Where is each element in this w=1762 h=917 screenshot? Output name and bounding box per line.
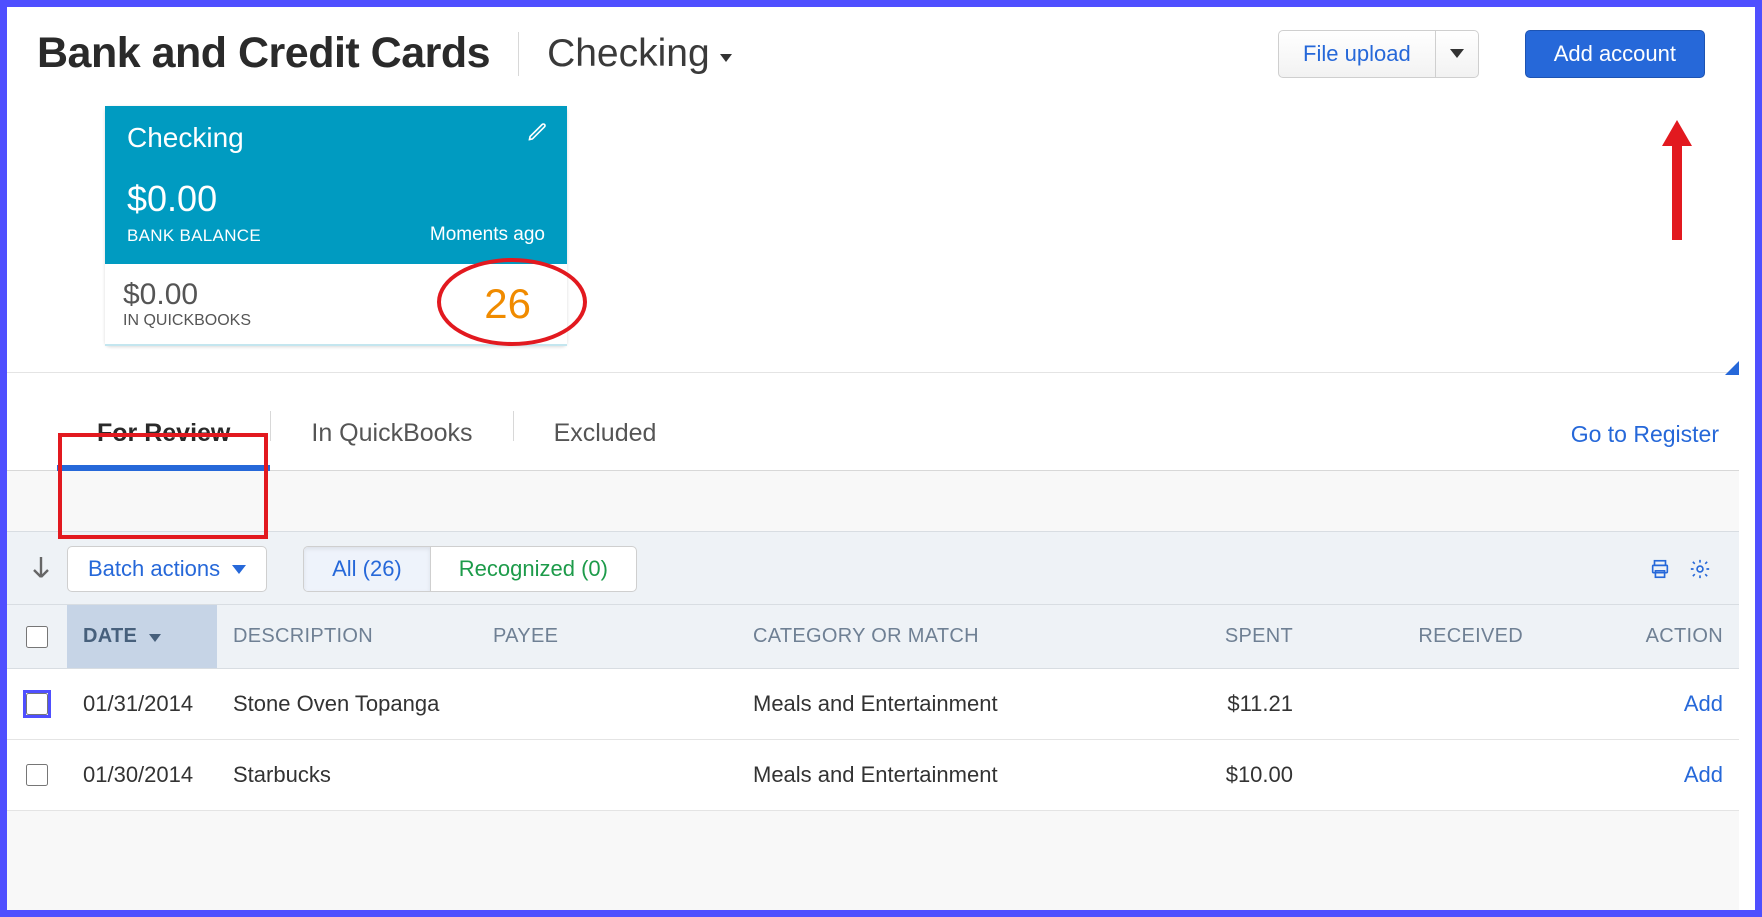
card-qb-balance-amount: $0.00 <box>123 278 251 312</box>
filter-tab-recognized-label: Recognized (0) <box>459 556 608 582</box>
card-updated-time: Moments ago <box>430 224 545 246</box>
tab-excluded-label: Excluded <box>554 419 657 447</box>
batch-actions-button[interactable]: Batch actions <box>67 546 267 592</box>
sort-direction-icon[interactable] <box>29 554 53 582</box>
cell-payee[interactable] <box>477 740 737 811</box>
card-pending-count: 26 <box>484 280 545 328</box>
filter-tab-all-label: All (26) <box>332 556 402 582</box>
card-bank-balance-amount: $0.00 <box>127 178 545 220</box>
row-action-add[interactable]: Add <box>1684 762 1723 787</box>
tab-in-quickbooks-label: In QuickBooks <box>311 419 472 447</box>
filter-tab-recognized[interactable]: Recognized (0) <box>430 547 636 591</box>
cell-date: 01/31/2014 <box>67 669 217 740</box>
cell-category[interactable]: Meals and Entertainment <box>737 740 1099 811</box>
column-header-category[interactable]: CATEGORY OR MATCH <box>737 605 1099 669</box>
table-toolbar: Batch actions All (26) Recognized (0) <box>7 531 1739 604</box>
file-upload-button[interactable]: File upload <box>1278 30 1436 78</box>
card-account-name: Checking <box>127 122 545 154</box>
go-to-register-link[interactable]: Go to Register <box>1571 421 1719 470</box>
column-header-action[interactable]: ACTION <box>1539 605 1739 669</box>
cell-category[interactable]: Meals and Entertainment <box>737 669 1099 740</box>
filter-tab-all[interactable]: All (26) <box>304 547 430 591</box>
print-button[interactable] <box>1649 558 1671 580</box>
cell-spent: $10.00 <box>1099 740 1309 811</box>
table-row[interactable]: 01/30/2014 Starbucks Meals and Entertain… <box>7 740 1739 811</box>
tab-for-review-label: For Review <box>97 419 230 447</box>
page-header: Bank and Credit Cards Checking File uplo… <box>7 7 1739 88</box>
filter-tabs: All (26) Recognized (0) <box>303 546 637 592</box>
tabs-row: For Review In QuickBooks Excluded Go to … <box>7 373 1739 471</box>
column-header-payee[interactable]: PAYEE <box>477 605 737 669</box>
tab-excluded[interactable]: Excluded <box>514 401 697 470</box>
printer-icon <box>1649 558 1671 580</box>
expand-notch-icon[interactable] <box>1725 361 1739 375</box>
file-upload-dropdown-toggle[interactable] <box>1436 30 1479 78</box>
row-action-add[interactable]: Add <box>1684 691 1723 716</box>
add-account-label: Add account <box>1554 41 1676 66</box>
cell-description: Stone Oven Topanga <box>217 669 477 740</box>
chevron-down-icon <box>720 54 732 62</box>
file-upload-label: File upload <box>1303 41 1411 67</box>
card-bank-balance-label: BANK BALANCE <box>127 226 261 246</box>
row-checkbox[interactable] <box>26 693 48 715</box>
tab-for-review[interactable]: For Review <box>57 401 270 470</box>
add-account-button[interactable]: Add account <box>1525 30 1705 78</box>
page-title: Bank and Credit Cards <box>37 29 490 78</box>
tab-in-quickbooks[interactable]: In QuickBooks <box>271 401 512 470</box>
table-header-row: DATE DESCRIPTION PAYEE CATEGORY OR MATCH… <box>7 605 1739 669</box>
card-qb-balance-label: IN QUICKBOOKS <box>123 312 251 330</box>
account-cards-strip: Checking $0.00 BANK BALANCE Moments ago <box>7 88 1739 373</box>
gear-icon <box>1689 558 1711 580</box>
select-all-checkbox[interactable] <box>26 626 48 648</box>
chevron-down-icon <box>1450 49 1464 58</box>
settings-button[interactable] <box>1689 558 1711 580</box>
account-card-checking[interactable]: Checking $0.00 BANK BALANCE Moments ago <box>105 106 567 346</box>
column-header-select-all[interactable] <box>7 605 67 669</box>
divider <box>518 32 519 76</box>
column-header-spent[interactable]: SPENT <box>1099 605 1309 669</box>
column-header-date[interactable]: DATE <box>67 605 217 669</box>
transactions-table: DATE DESCRIPTION PAYEE CATEGORY OR MATCH… <box>7 604 1739 811</box>
column-header-received[interactable]: RECEIVED <box>1309 605 1539 669</box>
cell-received <box>1309 669 1539 740</box>
go-to-register-label: Go to Register <box>1571 421 1719 447</box>
page-scroll-area[interactable]: Bank and Credit Cards Checking File uplo… <box>7 7 1739 910</box>
sort-desc-icon <box>149 634 161 642</box>
column-header-description[interactable]: DESCRIPTION <box>217 605 477 669</box>
table-row[interactable]: 01/31/2014 Stone Oven Topanga Meals and … <box>7 669 1739 740</box>
column-header-date-label: DATE <box>83 625 137 647</box>
cell-payee[interactable] <box>477 669 737 740</box>
batch-actions-label: Batch actions <box>88 556 220 582</box>
row-checkbox[interactable] <box>26 764 48 786</box>
cell-received <box>1309 740 1539 811</box>
chevron-down-icon <box>232 565 246 574</box>
edit-account-button[interactable] <box>527 122 547 142</box>
account-selector[interactable]: Checking <box>547 32 732 76</box>
cell-description: Starbucks <box>217 740 477 811</box>
pencil-icon <box>527 122 547 142</box>
account-selector-label: Checking <box>547 32 710 76</box>
cell-date: 01/30/2014 <box>67 740 217 811</box>
cell-spent: $11.21 <box>1099 669 1309 740</box>
